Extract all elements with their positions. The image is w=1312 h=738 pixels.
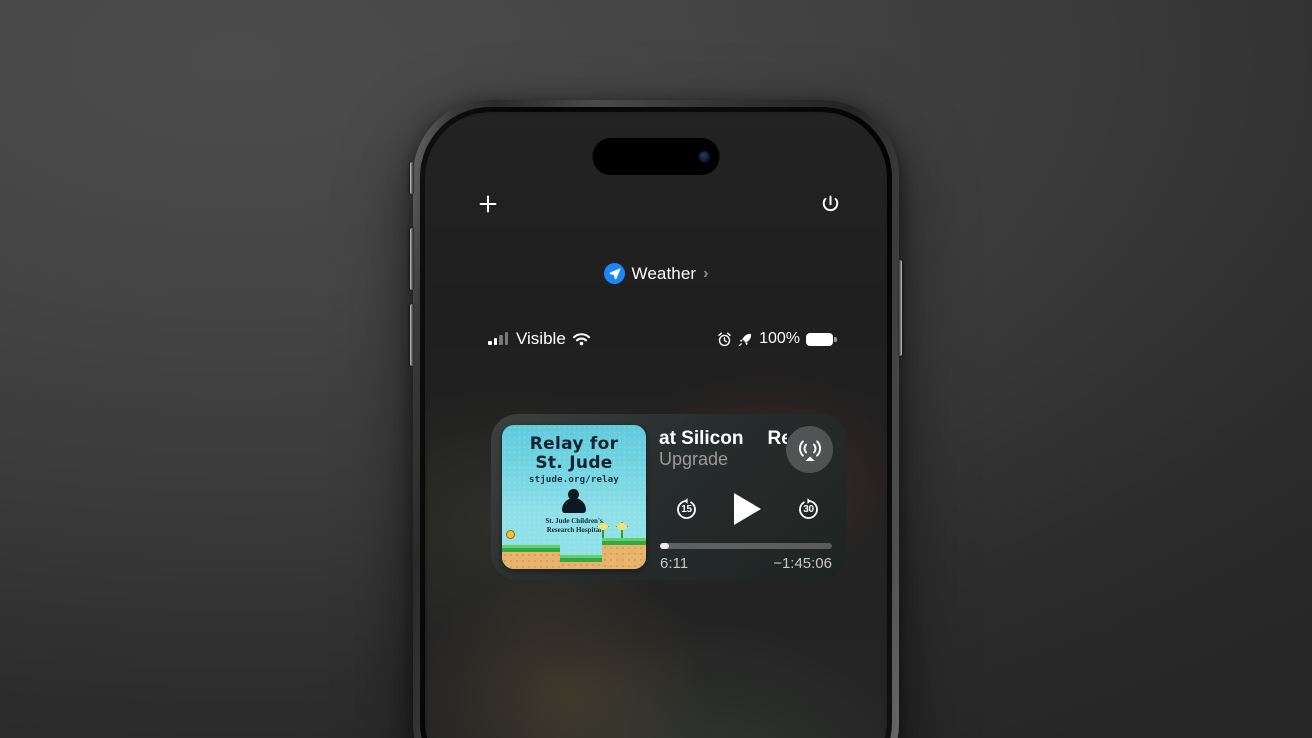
play-button[interactable]: [734, 493, 761, 525]
plus-icon: [479, 195, 497, 213]
add-controls-button[interactable]: [471, 187, 505, 221]
now-playing-details: at SiliconRel Upgrade: [659, 425, 836, 572]
focus-label: Weather: [631, 263, 697, 283]
control-center-screen: Weather › Visible 100% Relay for St. Jud…: [425, 112, 887, 738]
artwork-org-line1: St. Jude Children's: [545, 517, 603, 525]
front-camera-icon: [698, 150, 711, 163]
battery-percent-label: 100%: [759, 330, 800, 347]
artwork-title-line1: Relay for: [529, 434, 619, 454]
volume-up-button[interactable]: [410, 228, 414, 290]
cellular-bars-icon: [488, 332, 508, 345]
playback-times: 6:11 −1:45:06: [660, 555, 832, 572]
artwork-coin-icon: [506, 530, 515, 539]
status-bar-right: 100%: [717, 330, 837, 348]
playback-progress[interactable]: 6:11 −1:45:06: [660, 543, 832, 572]
elapsed-time: 6:11: [660, 555, 689, 572]
skip-forward-30-label: 30: [803, 503, 814, 515]
progress-track[interactable]: [660, 543, 832, 549]
skip-back-15-button[interactable]: 15: [673, 496, 700, 523]
rocket-icon: [739, 333, 752, 346]
skip-back-15-label: 15: [681, 503, 692, 515]
battery-full-icon: [806, 332, 837, 346]
st-jude-child-logo-icon: [561, 489, 587, 515]
location-arrow-icon: [603, 263, 625, 284]
track-title-segment-2: Rel: [767, 428, 787, 449]
remaining-time: −1:45:06: [773, 555, 832, 572]
track-title-segment-1: at Silicon: [659, 428, 744, 449]
transport-controls: 15 30: [659, 493, 836, 525]
track-title: at Silicon Rel: [659, 428, 787, 450]
progress-fill: [660, 543, 669, 549]
power-off-button[interactable]: [813, 187, 847, 221]
power-button[interactable]: [898, 260, 902, 356]
skip-forward-30-button[interactable]: 30: [795, 496, 822, 523]
iphone-device: Weather › Visible 100% Relay for St. Jud…: [410, 100, 902, 738]
dynamic-island[interactable]: [592, 138, 720, 175]
airplay-audio-icon: [798, 439, 821, 461]
artwork-url: stjude.org/relay: [529, 475, 619, 485]
artwork-title-line2: St. Jude: [535, 453, 613, 473]
status-bar: Visible 100%: [425, 327, 887, 351]
control-center-top-bar: [425, 187, 887, 221]
artwork-flower-icon: [597, 522, 609, 538]
volume-down-button[interactable]: [410, 304, 414, 366]
now-playing-widget[interactable]: Relay for St. Jude stjude.org/relay St. …: [491, 414, 847, 580]
artwork-flower-icon: [616, 522, 628, 538]
artwork-pixel-ground: [502, 522, 646, 569]
album-artwork[interactable]: Relay for St. Jude stjude.org/relay St. …: [502, 425, 646, 569]
status-bar-left: Visible: [488, 329, 591, 349]
action-button[interactable]: [410, 162, 414, 194]
alarm-clock-icon: [718, 332, 731, 346]
phone-bezel: Weather › Visible 100% Relay for St. Jud…: [420, 107, 892, 738]
wifi-icon: [572, 333, 590, 346]
carrier-label: Visible: [516, 329, 566, 348]
power-icon: [822, 194, 838, 211]
chevron-right-icon: ›: [703, 264, 709, 282]
airplay-audio-button[interactable]: [786, 426, 833, 473]
focus-status-pill[interactable]: Weather ›: [425, 263, 887, 284]
